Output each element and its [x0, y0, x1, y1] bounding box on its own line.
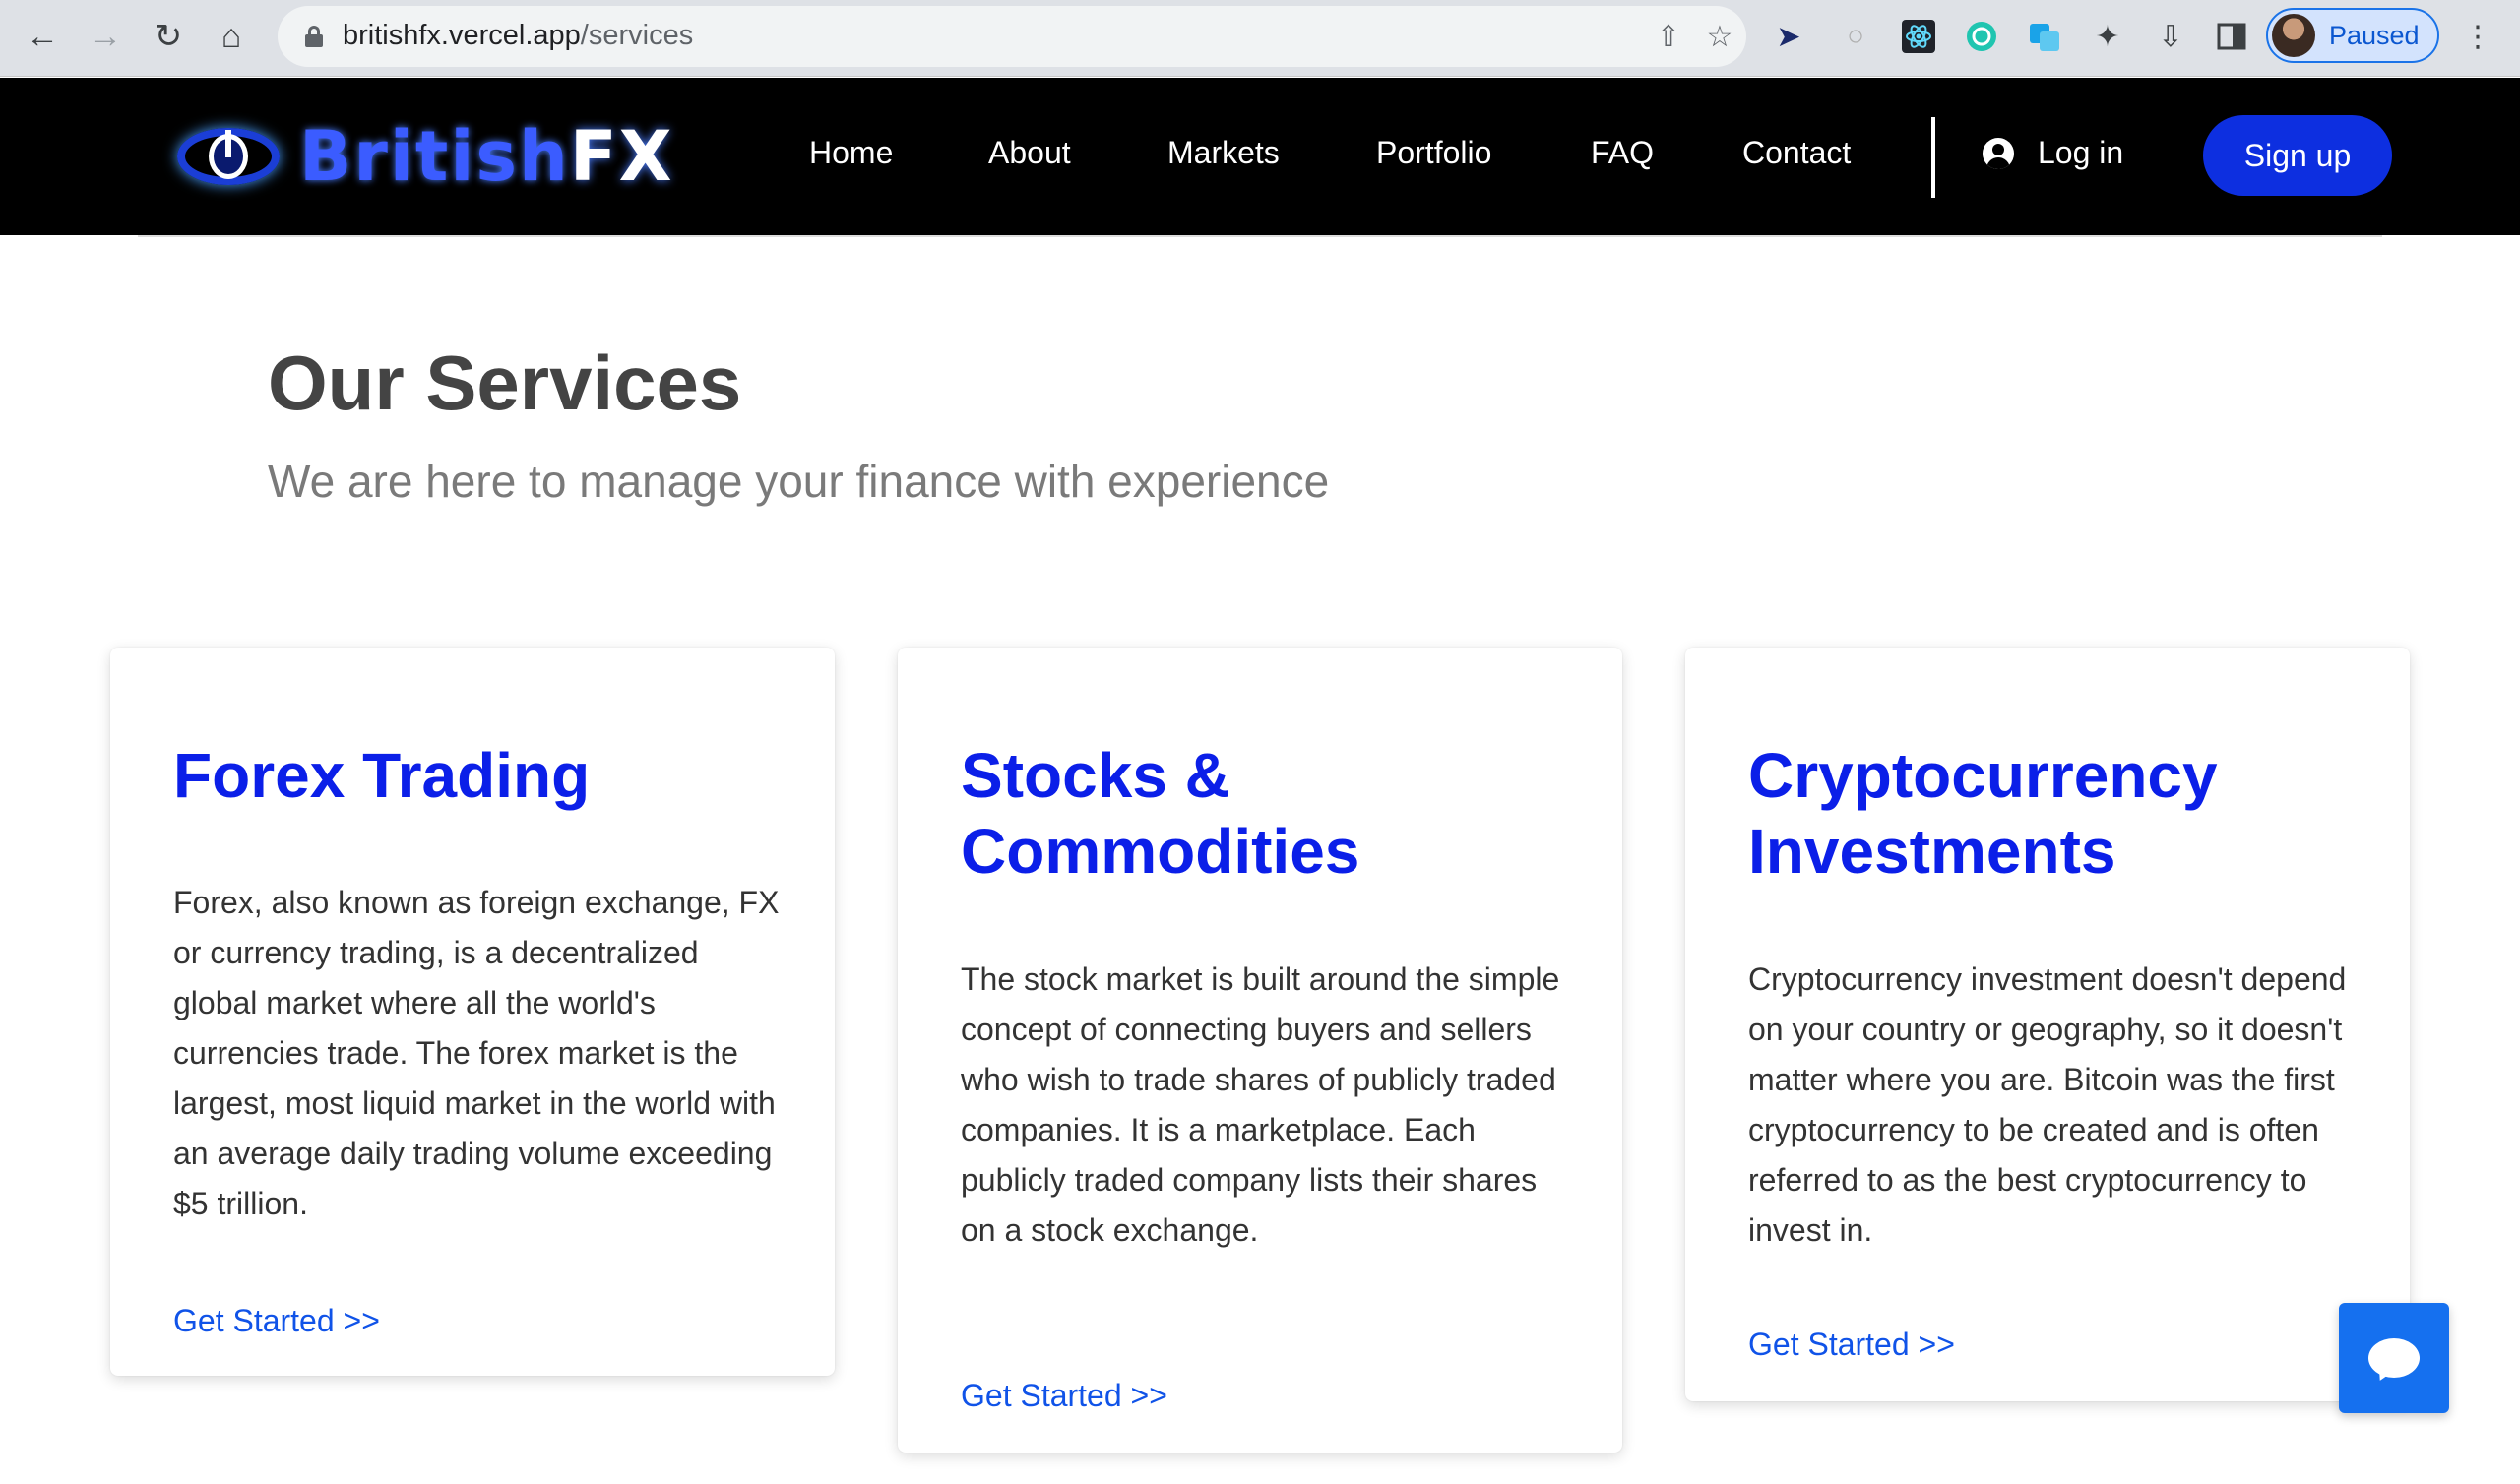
page-title: Our Services — [268, 340, 742, 426]
cursor-extension-icon[interactable]: ➤ — [1768, 16, 1809, 57]
service-card-crypto: Cryptocurrency Investments Cryptocurrenc… — [1685, 648, 2410, 1401]
home-icon[interactable]: ⌂ — [209, 14, 254, 59]
header-divider — [138, 235, 2382, 237]
share-icon[interactable]: ⇧ — [1650, 18, 1687, 55]
nav-faq[interactable]: FAQ — [1591, 135, 1654, 171]
nav-about[interactable]: About — [988, 135, 1071, 171]
nav-contact[interactable]: Contact — [1742, 135, 1851, 171]
chat-bubble-icon — [2368, 1338, 2420, 1385]
get-started-link[interactable]: Get Started >> — [173, 1303, 380, 1339]
get-started-link[interactable]: Get Started >> — [1748, 1327, 1955, 1363]
forward-icon[interactable]: → — [83, 14, 128, 59]
page-subtitle: We are here to manage your finance with … — [268, 456, 1330, 507]
get-started-link[interactable]: Get Started >> — [961, 1378, 1167, 1414]
url-text[interactable]: britishfx.vercel.app/services — [343, 20, 693, 52]
translate-extension-icon[interactable] — [2024, 16, 2065, 57]
lock-icon[interactable] — [305, 26, 323, 47]
sidepanel-icon[interactable] — [2211, 16, 2252, 57]
react-devtools-icon[interactable] — [1898, 16, 1939, 57]
nav-portfolio[interactable]: Portfolio — [1376, 135, 1491, 171]
circle-extension-icon[interactable]: ○ — [1835, 16, 1876, 57]
download-icon[interactable]: ⇩ — [2150, 16, 2191, 57]
back-icon[interactable]: ← — [20, 14, 65, 59]
service-card-stocks: Stocks & Commodities The stock market is… — [898, 648, 1622, 1453]
avatar — [2272, 14, 2315, 57]
address-bar[interactable]: britishfx.vercel.app/services ⇧ ☆ — [278, 6, 1746, 67]
nav-divider — [1931, 117, 1935, 198]
card-title: Cryptocurrency Investments — [1748, 740, 2218, 887]
login-link[interactable]: Log in — [1983, 135, 2123, 171]
star-icon[interactable]: ☆ — [1701, 18, 1738, 55]
card-description: Cryptocurrency investment doesn't depend… — [1748, 961, 2347, 1248]
reload-icon[interactable]: ↻ — [146, 14, 191, 59]
brand-logo[interactable]: BritishFX — [177, 116, 674, 197]
chat-widget-button[interactable] — [2339, 1303, 2449, 1413]
signup-button[interactable]: Sign up — [2203, 115, 2392, 196]
extensions-puzzle-icon[interactable]: ✦ — [2087, 16, 2128, 57]
card-description: The stock market is built around the sim… — [961, 961, 1560, 1248]
card-title: Forex Trading — [173, 740, 591, 811]
service-card-forex: Forex Trading Forex, also known as forei… — [110, 648, 835, 1376]
user-icon — [1983, 137, 2014, 169]
nav-home[interactable]: Home — [809, 135, 893, 171]
chatgpt-extension-icon[interactable] — [1961, 16, 2002, 57]
browser-toolbar: ← → ↻ ⌂ britishfx.vercel.app/services ⇧ … — [0, 0, 2520, 77]
card-title: Stocks & Commodities — [961, 740, 1360, 887]
power-logo-icon — [177, 122, 280, 191]
site-header: BritishFX Home About Markets Portfolio F… — [0, 78, 2520, 235]
profile-button[interactable]: Paused — [2266, 8, 2439, 63]
kebab-menu-icon[interactable]: ⋮ — [2457, 16, 2498, 57]
card-description: Forex, also known as foreign exchange, F… — [173, 885, 780, 1221]
nav-markets[interactable]: Markets — [1167, 135, 1280, 171]
